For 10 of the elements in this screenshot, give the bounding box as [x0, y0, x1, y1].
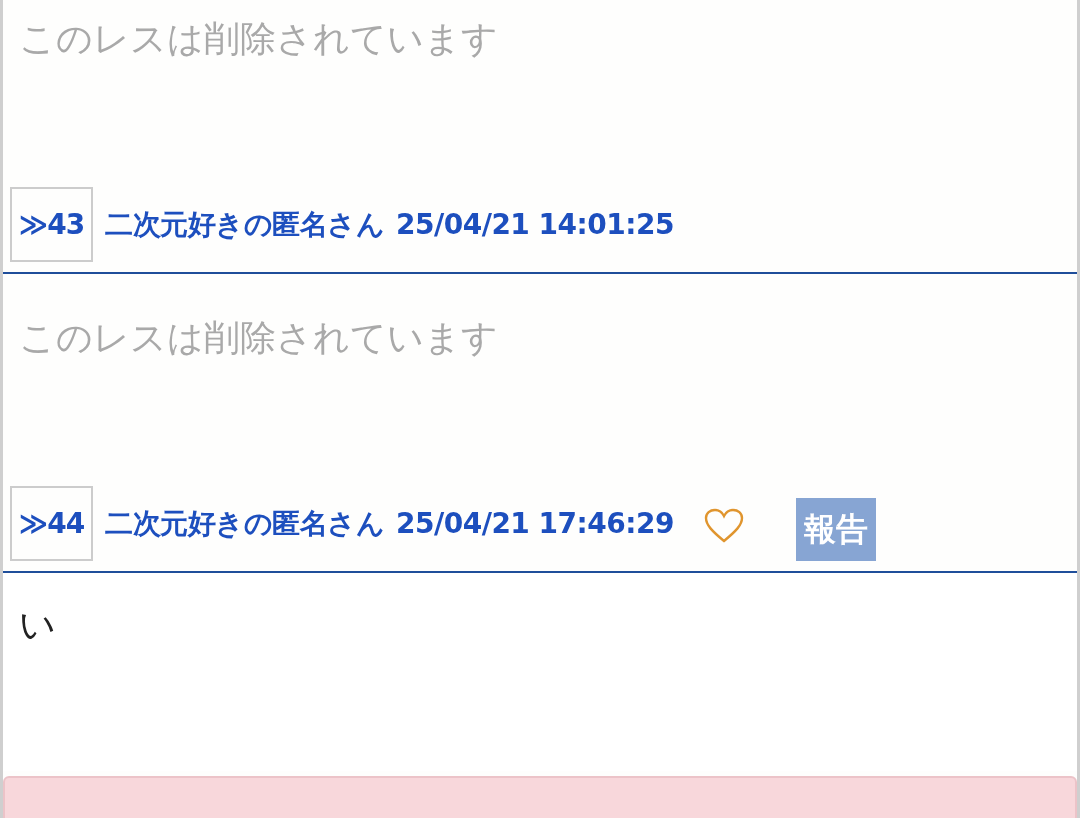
- heart-icon[interactable]: [703, 507, 744, 544]
- reply-number-link[interactable]: ≫44: [10, 486, 93, 561]
- author-name: 二次元好きの匿名さん: [105, 505, 384, 542]
- author-name: 二次元好きの匿名さん: [105, 206, 384, 243]
- post-text: い: [19, 604, 56, 645]
- post-text: このレスは削除されています: [19, 18, 498, 59]
- post-text: このレスは削除されています: [19, 317, 498, 358]
- post-date: 25/04/21 14:01:25: [396, 208, 674, 241]
- post-date: 25/04/21 17:46:29: [396, 507, 674, 540]
- reply-number-link[interactable]: ≫43: [10, 187, 93, 262]
